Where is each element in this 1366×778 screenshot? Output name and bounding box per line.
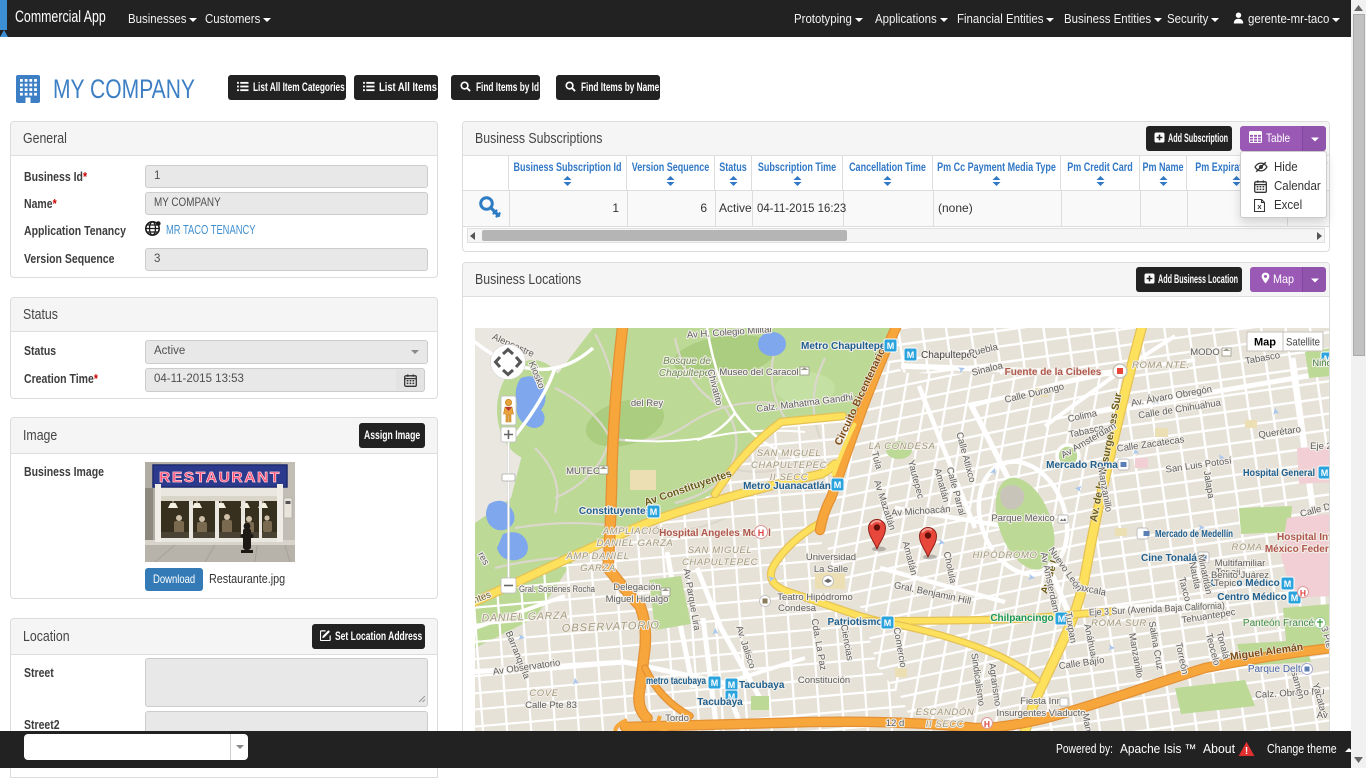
svg-text:Mercado de Medellín: Mercado de Medellín [1155,529,1233,540]
svg-text:MODO: MODO [1190,347,1220,358]
svg-text:Condesa: Condesa [778,603,817,614]
svg-text:Universidad: Universidad [806,552,856,563]
svg-text:Teatro Hipódromo: Teatro Hipódromo [777,592,853,603]
svg-text:RESTAURANT: RESTAURANT [159,470,281,486]
svg-text:Fuente de la Cibeles: Fuente de la Cibeles [1005,367,1102,378]
svg-text:SAN MIGUEL: SAN MIGUEL [757,448,822,459]
svg-text:HIPÓDROMO: HIPÓDROMO [972,550,1037,561]
svg-text:Hospital Infa: Hospital Infa [1277,532,1329,543]
svg-text:M: M [907,350,915,360]
svg-text:Hospital General: Hospital General [1243,468,1315,479]
svg-text:COVE: COVE [529,688,558,699]
svg-text:ESCANDÓN: ESCANDÓN [916,707,975,718]
svg-text:Metro Chapultepec: Metro Chapultepec [801,341,891,352]
svg-text:M: M [650,507,658,517]
svg-text:Calle Pte 83: Calle Pte 83 [525,700,577,711]
svg-text:M: M [1321,468,1329,478]
svg-text:H: H [984,719,990,729]
svg-text:Delegación: Delegación [613,582,661,593]
svg-text:Gral. Sostenes Rocha: Gral. Sostenes Rocha [519,584,596,595]
svg-text:México Federico: México Federico [1265,544,1329,555]
svg-text:Niño: Niño [1312,358,1329,369]
svg-text:Tacubaya: Tacubaya [739,680,785,691]
svg-text:AMPLIACIÓN: AMPLIACIÓN [602,526,668,537]
svg-text:II SECC: II SECC [926,719,965,730]
svg-text:Benito Juárez: Benito Juárez [1211,570,1269,581]
svg-text:M: M [887,341,895,351]
svg-text:MUTEC: MUTEC [566,466,600,477]
svg-text:Multifamiliar: Multifamiliar [1215,558,1266,569]
svg-text:AMP DANIEL: AMP DANIEL [565,551,629,562]
svg-text:M: M [711,678,719,688]
svg-text:ROMA SUR: ROMA SUR [1091,618,1147,629]
svg-text:Constituyentes: Constituyentes [579,506,652,517]
svg-text:Map: Map [1254,337,1276,349]
svg-text:DANIEL GARZA: DANIEL GARZA [597,538,674,549]
svg-text:Constitución: Constitución [798,675,850,686]
svg-text:M: M [1284,579,1292,589]
svg-text:Satellite: Satellite [1286,337,1320,349]
svg-text:Tacubaya: Tacubaya [697,697,743,708]
svg-text:Av U: Av U [1317,710,1329,721]
svg-text:Miguel Hidalgo: Miguel Hidalgo [606,594,669,605]
svg-text:CHAPULTEPEC: CHAPULTEPEC [751,460,827,471]
svg-text:CHAPULTEPEC: CHAPULTEPEC [682,557,758,568]
svg-text:del Rey: del Rey [631,398,663,409]
svg-text:Parque México: Parque México [991,513,1054,524]
svg-text:Museo del Caracol: Museo del Caracol [719,367,798,378]
svg-text:Tordo: Tordo [665,713,689,724]
svg-text:H: H [1300,588,1306,598]
svg-text:SAN MIGUEL: SAN MIGUEL [688,545,753,556]
svg-text:Patriotismo: Patriotismo [827,617,882,628]
svg-text:x: x [1257,202,1262,211]
svg-text:ROMA NTE.: ROMA NTE. [1132,360,1190,371]
svg-text:Parque Delta: Parque Delta [1248,664,1307,675]
svg-text:M: M [834,480,842,490]
svg-text:Insurgentes Viaducto: Insurgentes Viaducto [996,708,1085,719]
svg-text:GARZA: GARZA [580,563,616,574]
svg-text:Metro Juanacatlán: Metro Juanacatlán [743,481,831,492]
svg-text:M: M [884,618,892,628]
svg-text:Fiesta Inn: Fiesta Inn [1020,696,1062,707]
svg-text:M: M [728,680,736,690]
svg-text:Bosque de: Bosque de [663,356,711,367]
svg-text:Chilpancingo: Chilpancingo [990,613,1053,624]
svg-text:!: ! [1245,746,1248,757]
svg-text:12 d: 12 d [886,718,905,729]
svg-text:Centro Médico: Centro Médico [1217,592,1286,603]
svg-text:metro tacubaya: metro tacubaya [646,676,706,687]
svg-text:La Salle: La Salle [814,564,848,575]
svg-text:H: H [758,528,765,538]
svg-text:M: M [1291,593,1299,603]
svg-text:ROMA: ROMA [1232,542,1263,553]
svg-text:Eje 2: Eje 2 [1310,441,1329,452]
svg-text:Panteón Francés: Panteón Francés [1243,618,1319,629]
